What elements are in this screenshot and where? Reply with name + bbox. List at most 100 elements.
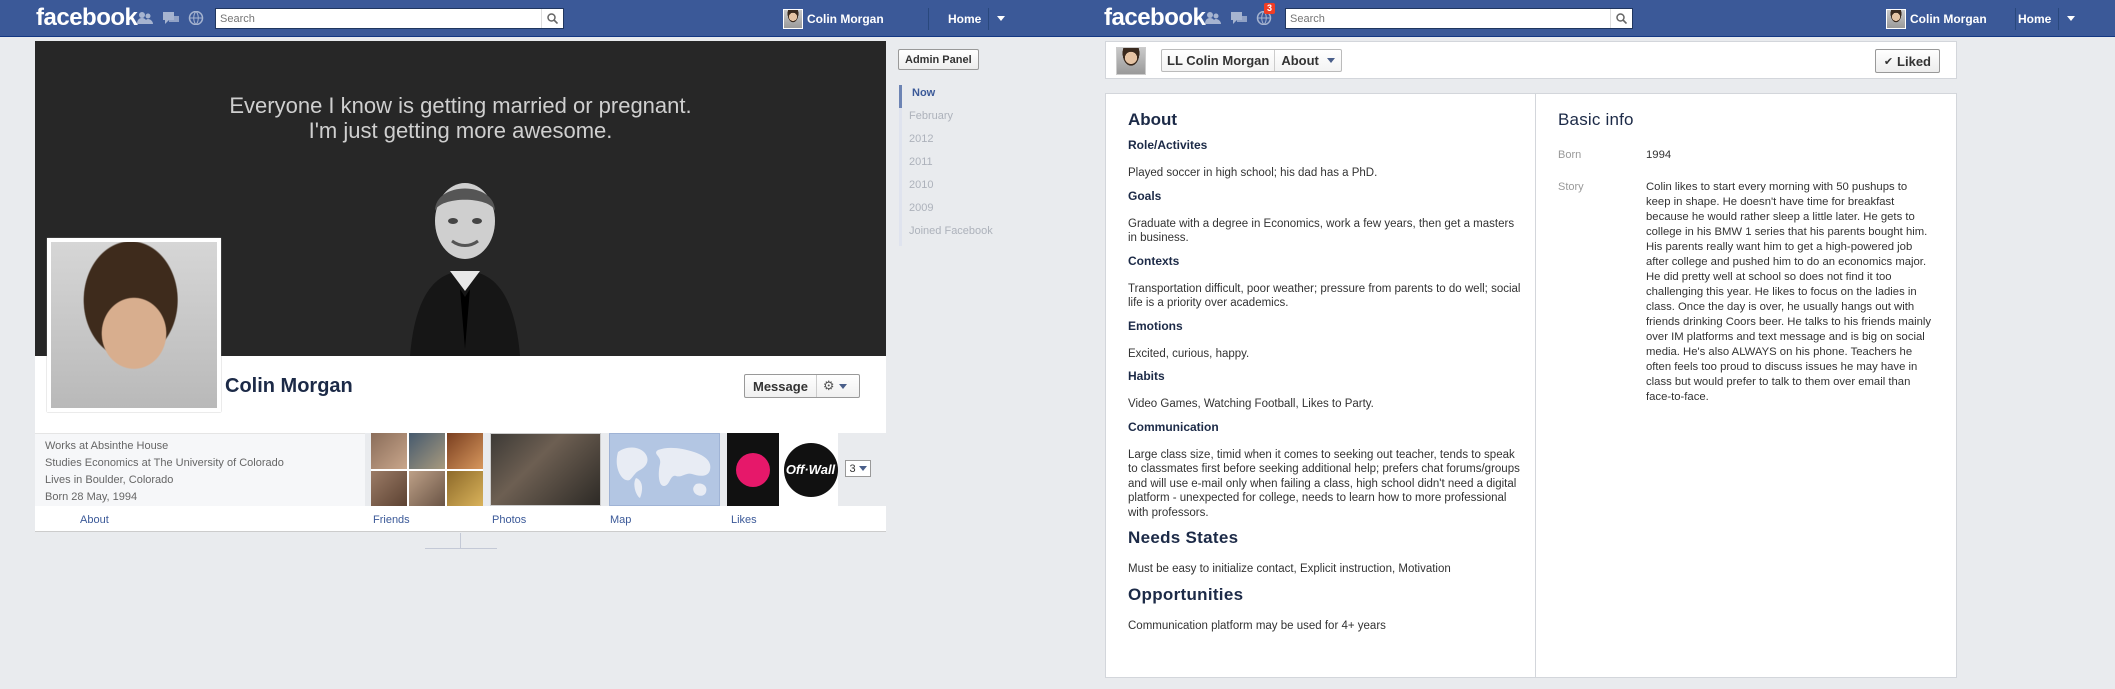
section-heading-role: Role/Activites [1128,138,1208,152]
avatar [783,9,803,29]
tab-strip [35,506,886,532]
nav-home-link[interactable]: Home [948,12,981,26]
friend-thumb[interactable] [409,433,445,469]
timeline-item-2009[interactable]: 2009 [902,200,994,223]
page-avatar[interactable] [1116,47,1146,75]
photos-tile[interactable] [490,433,601,506]
globe-icon[interactable] [188,10,204,26]
friend-thumb[interactable] [371,433,407,469]
liked-page-thumb[interactable] [727,433,779,506]
likes-tile[interactable]: Off·Wall [727,433,838,506]
nav-user-name: Colin Morgan [1910,12,1987,26]
profile-actions-menu[interactable]: ⚙ [817,378,853,394]
about-column: About Role/Activites Played soccer in hi… [1106,94,1536,677]
about-card: About Role/Activites Played soccer in hi… [1105,93,1957,678]
section-label: About [1281,53,1319,68]
profile-name[interactable]: Colin Morgan [225,375,353,398]
gear-icon: ⚙ [822,378,835,393]
globe-icon[interactable]: 3 [1256,3,1276,26]
liked-button-label: Liked [1897,53,1931,69]
nav-home-link[interactable]: Home [2018,12,2051,26]
timeline-item-2010[interactable]: 2010 [902,177,994,200]
cover-quote-line: I'm just getting more awesome. [308,118,613,143]
info-education: Studies Economics at The University of C… [45,457,284,469]
facebook-logo[interactable]: facebook [1104,4,1206,32]
page-breadcrumb: LL Colin Morgan About [1161,49,1342,72]
messages-icon[interactable] [1231,11,1247,25]
profile-timeline-pane: facebook Colin Morgan Home Everyone I kn… [0,0,1058,689]
timeline-spine [425,548,497,549]
liked-button[interactable]: ✔ Liked [1874,49,1940,73]
friend-thumb[interactable] [447,433,483,469]
search-icon [1616,13,1627,24]
timeline-item-joined[interactable]: Joined Facebook [902,223,994,246]
friend-thumb[interactable] [447,470,483,506]
check-icon: ✔ [1883,55,1894,68]
cover-portrait-image [410,183,520,356]
caret-down-icon [1326,58,1335,63]
more-apps-button[interactable]: 3 [845,460,871,477]
nav-user-name: Colin Morgan [807,12,884,26]
nav-profile-link[interactable]: Colin Morgan [783,8,884,30]
top-navigation-bar: facebook 3 Colin Morgan Home [1058,0,2115,37]
map-tile[interactable] [609,433,720,506]
section-heading-goals: Goals [1128,188,1162,203]
basic-info-column: Basic info Born 1994 Story Colin likes t… [1536,94,1958,677]
caret-down-icon [838,383,847,389]
message-button-label[interactable]: Message [745,375,817,397]
world-map-image [616,447,711,498]
opportunities-title: Opportunities [1128,584,1244,604]
search-button[interactable] [1610,9,1632,28]
friend-thumb[interactable] [409,470,445,506]
search-bar[interactable] [215,8,564,29]
profile-info-summary: Works at Absinthe House Studies Economic… [35,433,365,506]
section-text-emotions: Excited, curious, happy. [1128,347,1250,360]
timeline-item-2012[interactable]: 2012 [902,131,994,154]
section-text-goals: Graduate with a degree in Economics, wor… [1128,217,1515,245]
profile-picture[interactable] [47,238,221,412]
tab-likes[interactable]: Likes [731,514,757,526]
profile-photo [51,242,217,408]
timeline-item-now[interactable]: Now [899,85,994,108]
page-name-link[interactable]: LL Colin Morgan [1162,50,1276,71]
search-bar[interactable] [1285,8,1633,29]
admin-panel-button[interactable]: Admin Panel [898,49,979,70]
section-heading-communication: Communication [1128,419,1219,434]
story-label: Story [1558,181,1584,193]
friend-thumb[interactable] [371,470,407,506]
timeline-scrubber: Now February 2012 2011 2010 2009 Joined … [899,85,994,246]
nav-profile-link[interactable]: Colin Morgan [1886,8,1987,30]
tab-about[interactable]: About [80,514,109,526]
search-input[interactable] [1286,9,1608,29]
tab-photos[interactable]: Photos [492,514,526,526]
friends-tile[interactable] [371,433,483,506]
search-input[interactable] [216,9,539,29]
friend-requests-icon[interactable] [1205,11,1221,25]
section-text-role: Played soccer in high school; his dad ha… [1128,167,1378,179]
liked-page-thumb[interactable]: Off·Wall [783,433,838,506]
facebook-logo[interactable]: facebook [36,4,138,32]
basic-info-row: Born 1994 [1558,148,1934,163]
section-selector[interactable]: About [1275,50,1341,71]
tab-friends[interactable]: Friends [373,514,410,526]
messages-icon[interactable] [163,11,179,25]
section-heading-habits: Habits [1128,369,1165,383]
section-heading-emotions: Emotions [1128,318,1183,333]
liked-page-logo: Off·Wall [783,442,838,497]
story-value: Colin likes to start every morning with … [1646,181,1932,403]
info-birthday: Born 28 May, 1994 [45,491,138,503]
about-page-pane: facebook 3 Colin Morgan Home LL Colin [1058,0,2115,689]
search-button[interactable] [541,9,563,28]
search-icon [547,13,558,24]
caret-down-icon[interactable] [997,16,1005,21]
friend-requests-icon[interactable] [137,11,153,25]
tab-map[interactable]: Map [610,514,631,526]
info-location: Lives in Boulder, Colorado [45,474,174,486]
caret-down-icon[interactable] [2067,16,2075,21]
message-button[interactable]: Message ⚙ [744,374,860,398]
opportunities-text: Communication platform may be used for 4… [1128,619,1386,632]
timeline-item-february[interactable]: February [902,108,994,131]
section-text-habits: Video Games, Watching Football, Likes to… [1128,398,1374,410]
timeline-item-2011[interactable]: 2011 [902,154,994,177]
section-text-contexts: Transportation difficult, poor weather; … [1128,282,1521,310]
